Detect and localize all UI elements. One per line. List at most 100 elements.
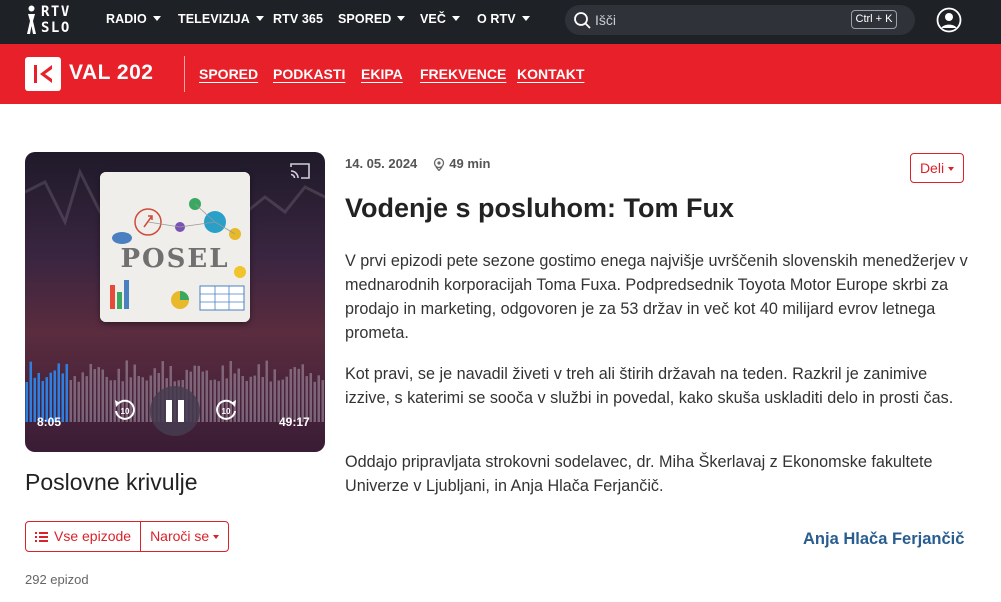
nav-item-label: VEČ: [420, 12, 447, 26]
waveform-bar: [257, 364, 260, 422]
search-icon: [574, 12, 591, 29]
waveform-bar: [89, 363, 92, 422]
waveform-bar: [97, 367, 100, 422]
all-episodes-label: Vse epizode: [54, 528, 132, 544]
chevron-down-icon: [397, 16, 406, 21]
waveform-bar: [69, 380, 72, 422]
waveform-bar: [205, 370, 208, 422]
nav-item-label: SPORED: [338, 12, 392, 26]
chevron-down-icon: [213, 535, 220, 539]
val202-logo-icon: [34, 65, 52, 83]
chevron-down-icon: [452, 16, 461, 21]
skip-forward-10-icon[interactable]: 10: [213, 397, 239, 423]
episode-paragraph: V prvi epizodi pete sezone gostimo enega…: [345, 252, 968, 342]
chevron-down-icon: [948, 167, 955, 171]
waveform-bar: [313, 381, 316, 422]
waveform-bar: [145, 380, 148, 422]
waveform-bar: [57, 363, 60, 422]
podcast-cover-image: POSEL: [100, 172, 250, 322]
waveform-bar: [61, 373, 64, 422]
nav-item-label: RADIO: [106, 12, 147, 26]
svg-text:10: 10: [121, 407, 130, 416]
search-shortcut-hint: Ctrl + K: [851, 10, 897, 29]
station-name[interactable]: VAL 202: [69, 61, 153, 85]
chevron-down-icon: [255, 16, 264, 21]
waveform-bar: [101, 369, 104, 422]
show-title[interactable]: Poslovne krivulje: [25, 469, 198, 496]
author-link[interactable]: Anja Hlača Ferjančič: [803, 530, 964, 549]
remaining-time: 49:17: [279, 415, 310, 429]
list-icon: [35, 532, 48, 542]
nav-item-label: RTV 365: [273, 12, 324, 26]
waveform-bar: [141, 377, 144, 422]
episode-title: Vodenje s posluhom: Tom Fux: [345, 193, 735, 223]
audio-player: POSEL 10 10 8:05 49:17: [25, 152, 325, 452]
logo-line-2: SLO: [41, 20, 71, 36]
episode-meta: 14. 05. 2024 49 min: [345, 156, 490, 171]
nav-item-rtv365[interactable]: RTV 365: [273, 0, 323, 44]
user-circle-icon[interactable]: [936, 7, 962, 33]
chevron-down-icon: [152, 16, 161, 21]
logo-line-1: RTV: [41, 4, 71, 20]
rtv-logo-glyph-icon: [27, 5, 36, 34]
waveform-bar: [265, 360, 268, 422]
nav-item-spored[interactable]: SPORED: [338, 0, 406, 44]
waveform-bar: [261, 377, 264, 422]
pause-icon: [166, 400, 184, 422]
waveform-bar: [253, 375, 256, 422]
station-bar-divider: [184, 56, 185, 92]
subscribe-label: Naroči se: [150, 528, 210, 544]
nav-item-radio[interactable]: RADIO: [106, 0, 161, 44]
nav-item-televizija[interactable]: TELEVIZIJA: [178, 0, 264, 44]
show-actions: Vse epizode Naroči se: [25, 521, 230, 552]
elapsed-time: 8:05: [37, 415, 62, 429]
nav-item-o-rtv[interactable]: O RTV: [477, 0, 530, 44]
episode-paragraph: Kot pravi, se je navadil živeti v treh a…: [345, 365, 954, 407]
waveform-bar: [273, 369, 276, 422]
search-input[interactable]: [595, 9, 795, 31]
cast-icon[interactable]: [289, 162, 311, 180]
episode-duration: 49 min: [449, 156, 491, 171]
waveform-bar: [81, 372, 84, 422]
svg-text:10: 10: [222, 407, 231, 416]
nav-item-label: O RTV: [477, 12, 516, 26]
waveform-bar: [269, 381, 272, 422]
val202-logo-mark-icon[interactable]: [25, 57, 61, 91]
all-episodes-button[interactable]: Vse epizode: [26, 522, 140, 551]
waveform-bar: [77, 381, 80, 422]
waveform-bar: [65, 364, 68, 422]
waveform-bar: [29, 361, 32, 422]
waveform-bar: [105, 376, 108, 422]
chevron-down-icon: [521, 16, 530, 21]
duration-icon: [434, 157, 445, 171]
waveform-bar: [209, 380, 212, 422]
waveform-bar: [321, 380, 324, 422]
station-link-ekipa[interactable]: EKIPA: [361, 66, 403, 82]
skip-back-10-icon[interactable]: 10: [112, 397, 138, 423]
waveform-bar: [201, 371, 204, 422]
nav-item-vec[interactable]: VEČ: [420, 0, 461, 44]
top-navigation: RTV SLO RADIO TELEVIZIJA RTV 365 SPORED …: [0, 0, 1001, 44]
station-link-podkasti[interactable]: PODKASTI: [273, 66, 345, 82]
waveform-bar: [301, 364, 304, 422]
nav-item-label: TELEVIZIJA: [178, 12, 250, 26]
rtv-slo-logo[interactable]: RTV SLO: [26, 3, 82, 39]
waveform-bar: [73, 376, 76, 422]
subscribe-button[interactable]: Naroči se: [140, 522, 228, 551]
waveform-bar: [25, 382, 28, 422]
station-link-spored[interactable]: SPORED: [199, 66, 258, 82]
waveform-bar: [93, 369, 96, 422]
cover-title: POSEL: [120, 244, 230, 274]
episode-paragraph: Oddajo pripravljata strokovni sodelavec,…: [345, 453, 933, 495]
share-label: Deli: [919, 160, 945, 176]
episode-date: 14. 05. 2024: [345, 156, 418, 171]
pause-button[interactable]: [150, 386, 200, 436]
station-link-frekvence[interactable]: FREKVENCE: [420, 66, 506, 82]
station-link-kontakt[interactable]: KONTAKT: [517, 66, 584, 82]
waveform-bar: [293, 367, 296, 422]
waveform-bar: [317, 375, 320, 422]
waveform-bar: [249, 376, 252, 422]
episode-count: 292 epizod: [25, 572, 89, 587]
waveform-bar: [241, 376, 244, 422]
share-button[interactable]: Deli: [910, 153, 964, 183]
